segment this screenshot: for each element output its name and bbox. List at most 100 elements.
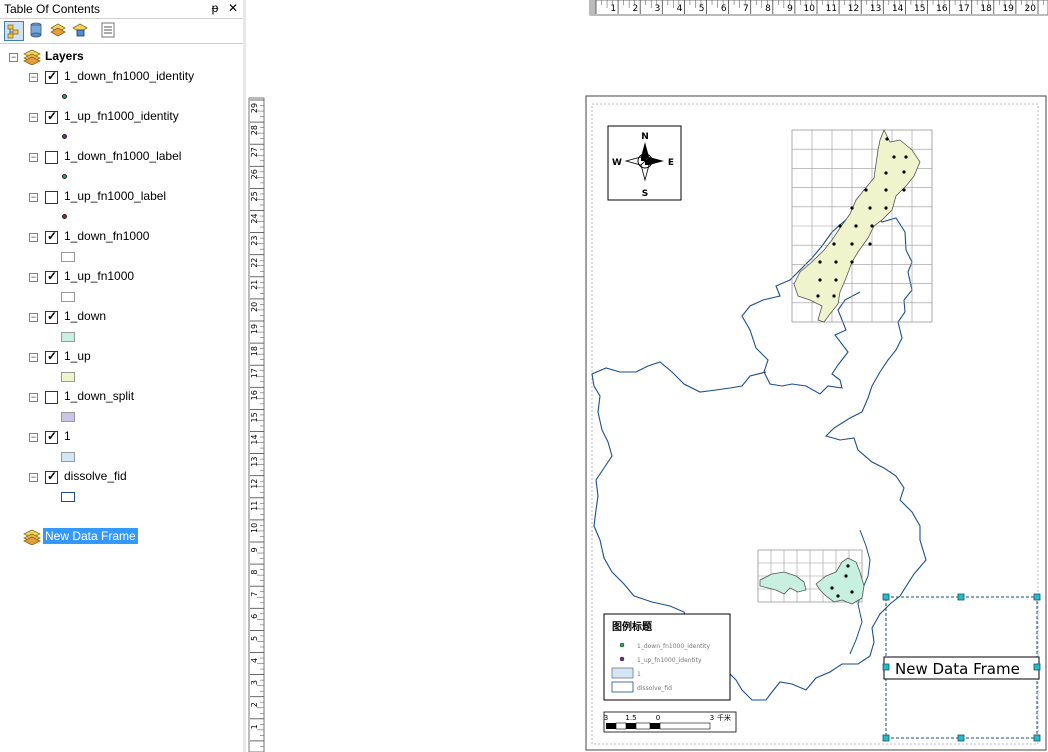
layer-visibility-checkbox[interactable]: ✓ [45, 109, 58, 124]
layer-visibility-checkbox[interactable]: ✓ [45, 269, 58, 284]
collapse-icon[interactable]: − [29, 153, 38, 162]
point-symbol-icon[interactable] [62, 134, 67, 139]
east-label: E [668, 158, 674, 168]
resize-handle[interactable] [1033, 734, 1041, 742]
polygon-symbol-icon[interactable] [61, 252, 75, 262]
collapse-icon[interactable]: − [29, 393, 38, 402]
layer-row[interactable]: − ✓ 1_up_fn1000_identity [0, 109, 240, 145]
layer-visibility-checkbox[interactable]: ✓ [45, 429, 58, 444]
list-by-source-button[interactable] [27, 21, 47, 41]
layer-label[interactable]: 1_down_fn1000_label [64, 149, 181, 163]
layer-row[interactable]: − ✓ 1_down [0, 309, 240, 345]
polygon-symbol-icon[interactable] [61, 492, 75, 502]
layer-label[interactable]: 1_down_fn1000 [64, 229, 149, 243]
identity-point [854, 224, 858, 228]
scale-bar[interactable]: 3 1.5 0 3 千米 [603, 711, 737, 733]
resize-handle[interactable] [957, 593, 965, 601]
resize-handle[interactable] [957, 734, 965, 742]
polygon-symbol-icon[interactable] [61, 452, 75, 462]
legend[interactable]: 图例标题 1_down_fn1000_identity 1_up_fn1000_i… [603, 613, 731, 701]
layer-label[interactable]: 1_down [64, 309, 106, 323]
layer-row[interactable]: − ✓ 1_up [0, 349, 240, 385]
layer-label[interactable]: 1_up_fn1000 [64, 269, 134, 283]
legend-polygon-symbol [611, 681, 634, 693]
collapse-icon[interactable]: − [29, 73, 38, 82]
identity-point [834, 278, 838, 282]
scale-label-1: 1.5 [625, 714, 636, 722]
collapse-icon[interactable]: − [9, 53, 18, 62]
layer-label[interactable]: 1_down_split [64, 389, 134, 403]
checkmark-icon: ✓ [47, 429, 58, 443]
list-by-drawing-order-button[interactable] [4, 21, 24, 41]
layer-visibility-checkbox[interactable] [45, 391, 58, 404]
north-arrow[interactable]: N S E W [607, 125, 682, 201]
tree-root-layers[interactable]: − Layers [0, 49, 240, 65]
point-symbol-icon[interactable] [62, 94, 67, 99]
layer-row[interactable]: − ✓ 1_down_fn1000_identity [0, 69, 240, 105]
ruler-label: 24 [250, 213, 259, 223]
layer-visibility-checkbox[interactable] [45, 191, 58, 204]
layer-row[interactable]: − ✓ 1_up_fn1000 [0, 269, 240, 305]
collapse-icon[interactable]: − [29, 113, 38, 122]
options-icon [101, 22, 115, 38]
resize-handle[interactable] [1033, 663, 1041, 671]
layer-label[interactable]: 1_up_fn1000_label [64, 189, 166, 203]
layout-canvas[interactable]: N S E W 图例标题 1_down_fn1000_identity 1_up_… [266, 18, 1048, 752]
close-icon[interactable]: ✕ [226, 1, 240, 15]
collapse-icon[interactable]: − [29, 193, 38, 202]
polygon-symbol-icon[interactable] [61, 372, 75, 382]
layer-row[interactable]: − 1_down_split [0, 389, 240, 425]
layer-visibility-checkbox[interactable]: ✓ [45, 349, 58, 364]
collapse-icon[interactable]: − [29, 473, 38, 482]
layer-visibility-checkbox[interactable] [45, 151, 58, 164]
resize-handle[interactable] [1033, 593, 1041, 601]
layer-row[interactable]: − 1_up_fn1000_label [0, 189, 240, 225]
point-symbol-icon[interactable] [62, 214, 67, 219]
layer-row[interactable]: − ✓ 1 [0, 429, 240, 465]
resize-handle[interactable] [882, 663, 890, 671]
layer-label[interactable]: 1_up [64, 349, 91, 363]
ruler-label: 7 [743, 4, 749, 14]
tree-root-new-data-frame[interactable]: New Data Frame [0, 528, 240, 545]
new-data-frame-label[interactable]: New Data Frame [43, 528, 138, 544]
scale-unit: 千米 [717, 713, 731, 722]
polygon-symbol-icon[interactable] [61, 332, 75, 342]
layer-row[interactable]: − 1_down_fn1000_label [0, 149, 240, 185]
layer-visibility-checkbox[interactable]: ✓ [45, 229, 58, 244]
polygon-symbol-icon[interactable] [61, 412, 75, 422]
legend-point-symbol [619, 642, 625, 648]
identity-point [902, 188, 906, 192]
ruler-label: 3 [655, 4, 661, 14]
toc-toolbar [0, 19, 244, 44]
layer-row[interactable]: − ✓ 1_down_fn1000 [0, 229, 240, 265]
point-symbol-icon[interactable] [62, 174, 67, 179]
pin-icon[interactable]: ᵽ [208, 1, 222, 15]
resize-handle[interactable] [882, 593, 890, 601]
layer-visibility-checkbox[interactable]: ✓ [45, 309, 58, 324]
ruler-label: 22 [250, 258, 259, 268]
ruler-label: 10 [804, 4, 816, 14]
collapse-icon[interactable]: − [29, 353, 38, 362]
layer-visibility-checkbox[interactable]: ✓ [45, 69, 58, 84]
list-by-visibility-button[interactable] [49, 21, 69, 41]
collapse-icon[interactable]: − [29, 273, 38, 282]
identity-point [818, 278, 822, 282]
options-button[interactable] [99, 21, 119, 41]
collapse-icon[interactable]: − [29, 313, 38, 322]
collapse-icon[interactable]: − [29, 233, 38, 242]
layer-row[interactable]: − ✓ dissolve_fid [0, 469, 240, 505]
ruler-label: 29 [250, 103, 259, 113]
layer-label[interactable]: dissolve_fid [64, 469, 127, 483]
identity-point [868, 206, 872, 210]
layer-label[interactable]: 1_up_fn1000_identity [64, 109, 179, 123]
layer-label[interactable]: 1 [64, 429, 71, 443]
collapse-icon[interactable]: − [29, 433, 38, 442]
checkmark-icon: ✓ [47, 109, 58, 123]
layer-label[interactable]: 1_down_fn1000_identity [64, 69, 194, 83]
list-by-selection-button[interactable] [71, 21, 91, 41]
layer-visibility-checkbox[interactable]: ✓ [45, 469, 58, 484]
polygon-symbol-icon[interactable] [61, 292, 75, 302]
resize-handle[interactable] [882, 734, 890, 742]
identity-point [830, 586, 834, 590]
identity-point [818, 260, 822, 264]
